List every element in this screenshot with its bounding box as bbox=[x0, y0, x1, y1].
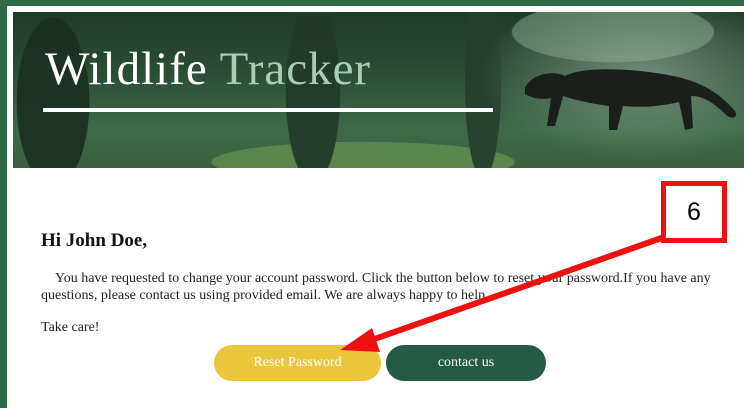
title-underline bbox=[43, 108, 493, 112]
title-word-wildlife: Wildlife bbox=[45, 43, 208, 95]
greeting: Hi John Doe, bbox=[41, 230, 148, 251]
header-banner: Wildlife Tracker bbox=[13, 12, 744, 168]
title-word-tracker: Tracker bbox=[219, 43, 372, 95]
app-title: Wildlife Tracker bbox=[45, 46, 371, 93]
signoff: Take care! bbox=[41, 320, 100, 335]
panther-image bbox=[525, 69, 737, 130]
contact-us-button[interactable]: contact us bbox=[386, 345, 546, 381]
reset-password-button[interactable]: Reset Password bbox=[214, 345, 381, 381]
body-paragraph: You have requested to change your accoun… bbox=[41, 271, 711, 303]
annotation-step-badge: 6 bbox=[661, 181, 727, 243]
